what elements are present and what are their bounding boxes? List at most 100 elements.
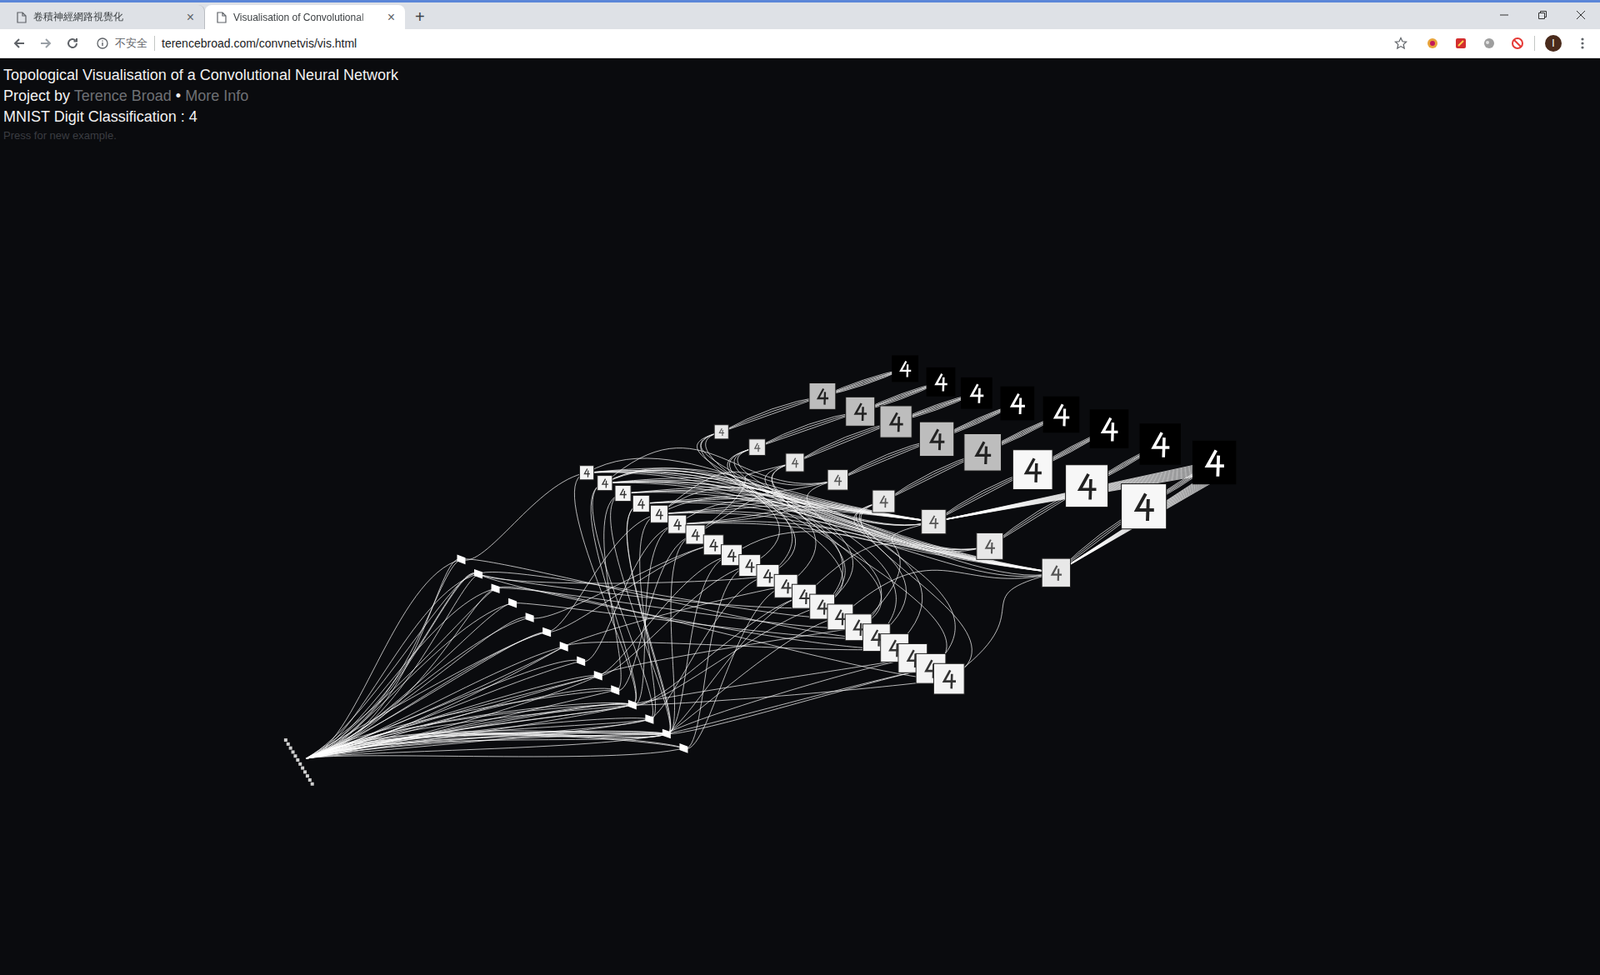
digit-sketch bbox=[985, 540, 995, 555]
connection-line bbox=[623, 490, 1057, 573]
connection-line bbox=[305, 559, 876, 759]
connection-line bbox=[804, 543, 990, 596]
feature-map bbox=[933, 663, 965, 695]
input-node bbox=[286, 742, 290, 746]
digit-sketch bbox=[764, 569, 773, 583]
digit-sketch bbox=[620, 489, 627, 499]
input-node bbox=[298, 762, 302, 766]
feature-map bbox=[580, 465, 595, 480]
digit-sketch bbox=[890, 412, 904, 432]
connection-line bbox=[305, 617, 530, 759]
feature-map bbox=[615, 485, 631, 501]
input-node bbox=[284, 738, 288, 742]
output-image bbox=[926, 367, 956, 397]
digit-sketch bbox=[584, 468, 590, 477]
connection-line bbox=[305, 603, 513, 760]
connection-line bbox=[305, 572, 895, 759]
layer-node bbox=[645, 714, 654, 725]
network-visualisation[interactable] bbox=[0, 58, 1600, 975]
connection-line bbox=[1055, 469, 1230, 573]
minimize-button[interactable] bbox=[1485, 2, 1524, 27]
tab-title: 卷積神經網路視覺化 bbox=[33, 10, 179, 25]
reload-button[interactable] bbox=[61, 32, 84, 55]
feature-map bbox=[1041, 558, 1070, 587]
connection-line bbox=[721, 395, 823, 432]
author-link[interactable]: Terence Broad bbox=[74, 87, 172, 105]
digit-sketch bbox=[692, 529, 700, 541]
extension-button[interactable] bbox=[1420, 31, 1445, 55]
byline: Project by Terence Broad • More Info bbox=[3, 85, 1600, 107]
digit-sketch bbox=[800, 590, 810, 605]
digit-sketch bbox=[930, 515, 939, 529]
input-node bbox=[289, 746, 293, 750]
forward-arrow-icon bbox=[39, 36, 53, 50]
page-canvas[interactable]: Topological Visualisation of a Convoluti… bbox=[0, 58, 1600, 975]
digit-sketch bbox=[782, 579, 792, 594]
connection-line bbox=[771, 462, 882, 628]
layer-node bbox=[679, 743, 688, 754]
forward-button[interactable] bbox=[35, 32, 57, 55]
feature-map bbox=[668, 515, 687, 534]
connection-line bbox=[605, 482, 1057, 573]
tab-close-button[interactable]: × bbox=[385, 10, 397, 25]
output-image bbox=[960, 377, 993, 410]
menu-button[interactable] bbox=[1571, 32, 1594, 55]
extension-button[interactable] bbox=[1505, 31, 1530, 55]
digit-sketch bbox=[656, 509, 664, 520]
input-node bbox=[295, 758, 300, 762]
extension-button[interactable] bbox=[1477, 31, 1501, 55]
digit-sketch bbox=[818, 600, 828, 615]
connection-line bbox=[586, 472, 1056, 573]
back-button[interactable] bbox=[8, 32, 30, 55]
output-image bbox=[891, 355, 919, 382]
page-icon bbox=[16, 11, 27, 24]
digit-sketch bbox=[900, 360, 911, 377]
feature-map bbox=[597, 475, 613, 491]
more-info-link[interactable]: More Info bbox=[185, 87, 249, 105]
close-window-button[interactable] bbox=[1561, 2, 1600, 27]
classification-label: MNIST Digit Classification : 4 bbox=[3, 106, 1600, 128]
connection-line bbox=[305, 524, 677, 759]
hint-text: Press for new example. bbox=[3, 127, 1600, 145]
new-tab-button[interactable]: + bbox=[415, 8, 425, 25]
feature-map bbox=[827, 470, 848, 490]
feature-map bbox=[714, 425, 729, 440]
digit-sketch bbox=[935, 374, 947, 392]
output-image bbox=[1140, 423, 1181, 465]
digit-sketch bbox=[818, 389, 829, 405]
digit-sketch bbox=[719, 428, 725, 436]
address-bar[interactable]: 不安全terencebroad.com/convnetvis/vis.html bbox=[88, 31, 1416, 55]
digit-sketch bbox=[1136, 494, 1155, 521]
input-node bbox=[291, 750, 295, 754]
input-node bbox=[308, 778, 312, 782]
browser-tab[interactable]: Visualisation of Convolutional × bbox=[205, 5, 405, 30]
digit-sketch bbox=[710, 539, 718, 551]
connection-line bbox=[1055, 472, 1230, 573]
connection-line bbox=[305, 559, 461, 759]
connection-line bbox=[949, 572, 1057, 679]
feature-map bbox=[785, 453, 805, 472]
digit-sketch bbox=[728, 549, 737, 562]
digit-sketch bbox=[835, 475, 842, 486]
connection-line bbox=[305, 660, 581, 759]
profile-avatar[interactable]: I bbox=[1545, 35, 1562, 52]
digit-sketch bbox=[944, 670, 956, 689]
tab-title: Visualisation of Convolutional bbox=[233, 11, 380, 24]
feature-map bbox=[685, 525, 705, 545]
layer-node bbox=[456, 555, 465, 565]
feature-map bbox=[650, 505, 668, 523]
restore-button[interactable] bbox=[1523, 2, 1562, 27]
digit-sketch bbox=[1011, 394, 1025, 415]
digit-sketch bbox=[855, 403, 867, 421]
digit-sketch bbox=[746, 559, 755, 573]
connection-line bbox=[305, 503, 670, 759]
page-title: Topological Visualisation of a Convoluti… bbox=[3, 65, 1600, 86]
digit-sketch bbox=[835, 610, 846, 626]
tab-close-button[interactable]: × bbox=[185, 10, 196, 25]
connection-line bbox=[305, 646, 564, 759]
layer-node bbox=[628, 700, 637, 710]
connection-line bbox=[305, 719, 650, 759]
browser-tab[interactable]: 卷積神經網路視覺化 × bbox=[5, 5, 205, 30]
extension-button[interactable] bbox=[1449, 31, 1473, 55]
layer-node bbox=[594, 670, 603, 681]
